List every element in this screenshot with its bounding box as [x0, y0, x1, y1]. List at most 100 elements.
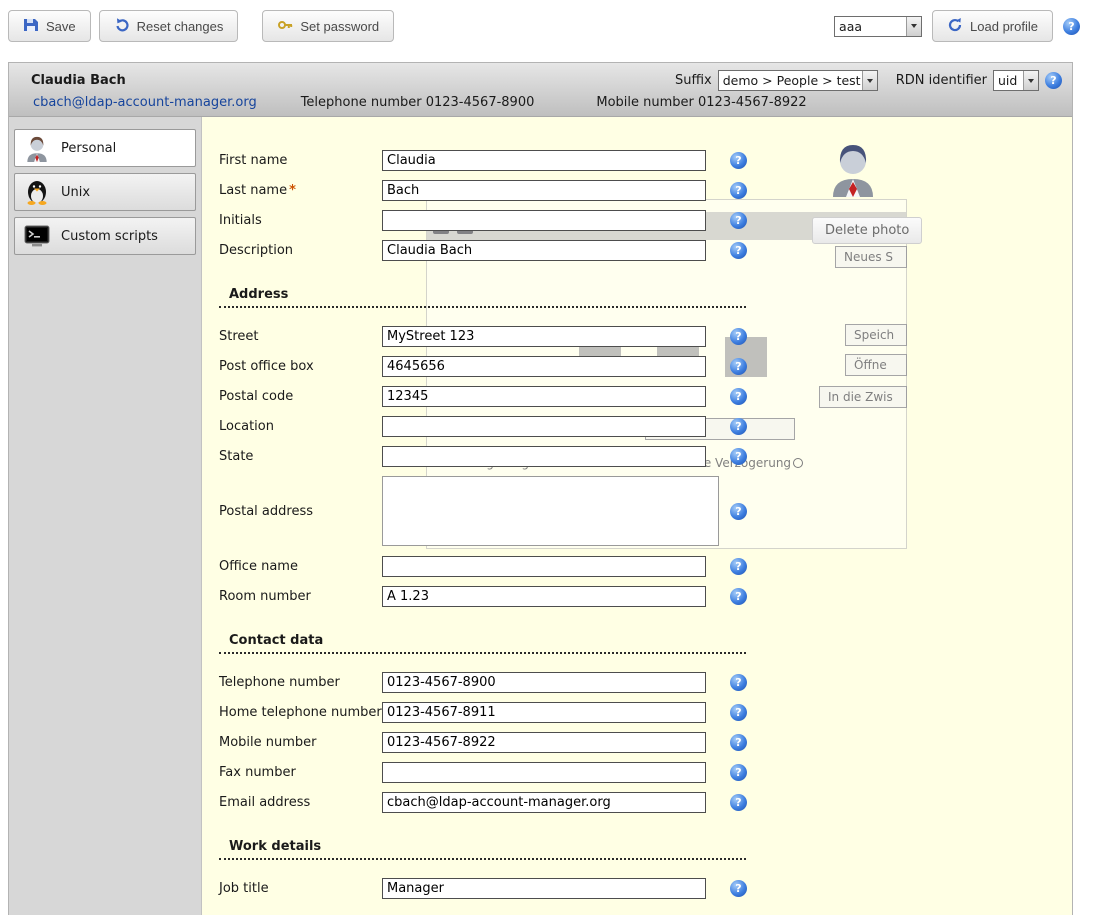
- tab-personal-label: Personal: [61, 141, 116, 156]
- rdn-select-value: uid: [994, 71, 1023, 90]
- telephone-number-input[interactable]: [382, 672, 706, 693]
- office-name-label: Office name: [219, 559, 382, 574]
- help-icon[interactable]: ?: [730, 358, 747, 375]
- suffix-label: Suffix: [675, 73, 712, 88]
- help-icon[interactable]: ?: [730, 152, 747, 169]
- header-mobile: Mobile number 0123-4567-8922: [596, 95, 806, 110]
- field-row: Home telephone number ?: [219, 697, 747, 727]
- office-name-input[interactable]: [382, 556, 706, 577]
- profile-controls: aaa Load profile ?: [834, 10, 1080, 42]
- field-row: Telephone number ?: [219, 667, 747, 697]
- module-tab-sidebar: Personal Unix Custom scripts: [9, 117, 202, 915]
- room-number-input[interactable]: [382, 586, 706, 607]
- field-row: State ?: [219, 441, 747, 471]
- field-row: Location ?: [219, 411, 747, 441]
- section-header-contact-data: Contact data: [219, 630, 746, 654]
- tab-custom-scripts-label: Custom scripts: [61, 229, 158, 244]
- help-icon[interactable]: ?: [730, 212, 747, 229]
- photo-area: Delete photo: [812, 139, 937, 244]
- help-icon[interactable]: ?: [730, 388, 747, 405]
- last-name-input[interactable]: [382, 180, 706, 201]
- profile-select-value: aaa: [835, 17, 906, 36]
- reset-changes-button[interactable]: Reset changes: [99, 10, 239, 42]
- fax-number-label: Fax number: [219, 765, 382, 780]
- content-area: Neues S Speich Öffne In die Zwis bild-/W…: [9, 117, 1072, 915]
- fax-number-input[interactable]: [382, 762, 706, 783]
- suffix-select-value: demo > People > test > de: [719, 71, 862, 90]
- help-icon[interactable]: ?: [730, 242, 747, 259]
- form-area: First name ? Last name* ? Initials ? Des…: [219, 117, 747, 903]
- email-address-input[interactable]: [382, 792, 706, 813]
- delete-photo-button[interactable]: Delete photo: [812, 217, 922, 244]
- help-icon[interactable]: ?: [1045, 72, 1062, 89]
- help-icon[interactable]: ?: [730, 704, 747, 721]
- description-input[interactable]: [382, 240, 706, 261]
- help-icon[interactable]: ?: [730, 328, 747, 345]
- field-row: Job title ?: [219, 873, 747, 903]
- tab-unix[interactable]: Unix: [14, 173, 196, 211]
- postal-address-textarea[interactable]: [382, 476, 719, 546]
- help-icon[interactable]: ?: [730, 503, 747, 520]
- terminal-icon: [23, 224, 51, 248]
- field-row: Postal address ?: [219, 471, 747, 551]
- first-name-input[interactable]: [382, 150, 706, 171]
- profile-select[interactable]: aaa: [834, 16, 922, 37]
- field-row: Initials ?: [219, 205, 747, 235]
- required-marker: *: [289, 183, 296, 198]
- field-row: Fax number ?: [219, 757, 747, 787]
- help-icon[interactable]: ?: [730, 418, 747, 435]
- field-row: Room number ?: [219, 581, 747, 611]
- key-icon: [277, 17, 293, 36]
- load-profile-button[interactable]: Load profile: [932, 10, 1053, 42]
- home-telephone-number-input[interactable]: [382, 702, 706, 723]
- post-office-box-input[interactable]: [382, 356, 706, 377]
- field-row: First name ?: [219, 145, 747, 175]
- help-icon[interactable]: ?: [730, 448, 747, 465]
- location-input[interactable]: [382, 416, 706, 437]
- suffix-select[interactable]: demo > People > test > de: [718, 70, 878, 91]
- field-row: Description ?: [219, 235, 747, 265]
- field-row: Post office box ?: [219, 351, 747, 381]
- help-icon[interactable]: ?: [730, 734, 747, 751]
- help-icon[interactable]: ?: [730, 182, 747, 199]
- help-icon[interactable]: ?: [730, 588, 747, 605]
- state-input[interactable]: [382, 446, 706, 467]
- ghost-radio: [793, 458, 803, 468]
- rdn-select[interactable]: uid: [993, 70, 1039, 91]
- account-editor: Claudia Bach Suffix demo > People > test…: [8, 62, 1073, 915]
- tab-custom-scripts[interactable]: Custom scripts: [14, 217, 196, 255]
- street-input[interactable]: [382, 326, 706, 347]
- description-label: Description: [219, 243, 382, 258]
- tab-personal[interactable]: Personal: [14, 129, 196, 167]
- help-icon[interactable]: ?: [730, 558, 747, 575]
- state-label: State: [219, 449, 382, 464]
- account-email-link[interactable]: cbach@ldap-account-manager.org: [33, 95, 257, 110]
- street-label: Street: [219, 329, 382, 344]
- reload-icon: [947, 17, 963, 36]
- home-telephone-number-label: Home telephone number: [219, 705, 382, 720]
- reset-changes-label: Reset changes: [137, 19, 224, 34]
- help-icon[interactable]: ?: [730, 764, 747, 781]
- save-button[interactable]: Save: [8, 10, 91, 42]
- section-header-address: Address: [219, 284, 746, 308]
- save-label: Save: [46, 19, 76, 34]
- rdn-label: RDN identifier: [896, 73, 987, 88]
- mobile-number-input[interactable]: [382, 732, 706, 753]
- job-title-input[interactable]: [382, 878, 706, 899]
- help-icon[interactable]: ?: [730, 674, 747, 691]
- set-password-button[interactable]: Set password: [262, 10, 394, 42]
- help-icon[interactable]: ?: [1063, 18, 1080, 35]
- job-title-label: Job title: [219, 881, 382, 896]
- chevron-down-icon: [1023, 71, 1038, 90]
- field-row: Mobile number ?: [219, 727, 747, 757]
- field-row: Email address ?: [219, 787, 747, 817]
- post-office-box-label: Post office box: [219, 359, 382, 374]
- undo-icon: [114, 17, 130, 36]
- postal-code-input[interactable]: [382, 386, 706, 407]
- help-icon[interactable]: ?: [730, 880, 747, 897]
- help-icon[interactable]: ?: [730, 794, 747, 811]
- initials-label: Initials: [219, 213, 382, 228]
- initials-input[interactable]: [382, 210, 706, 231]
- first-name-label: First name: [219, 153, 382, 168]
- toolbar: Save Reset changes Set password aaa Load…: [0, 0, 1106, 52]
